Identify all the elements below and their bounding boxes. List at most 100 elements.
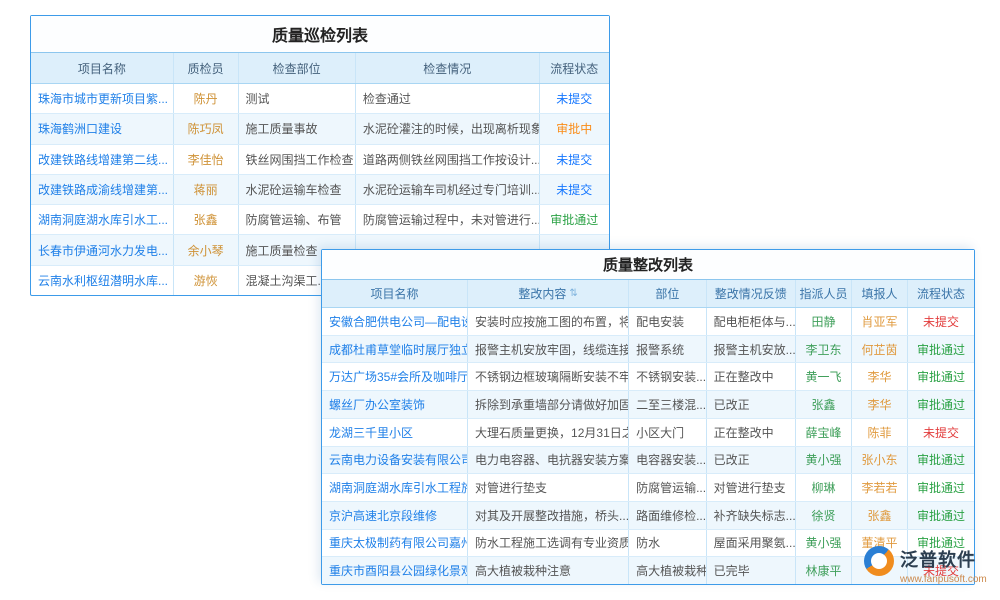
status-badge: 审批通过 [540, 205, 609, 234]
inspection-table-title: 质量巡检列表 [31, 16, 609, 53]
part: 二至三楼混... [629, 391, 707, 418]
project-link[interactable]: 湖南洞庭湖水库引水工程施工... [322, 474, 468, 501]
project-link[interactable]: 重庆市酉阳县公园绿化景观提... [322, 557, 468, 584]
check-situation: 道路两侧铁丝网围挡工作按设计... [356, 145, 540, 174]
project-link[interactable]: 螺丝厂办公室装饰 [322, 391, 468, 418]
inspector-name: 余小琴 [174, 235, 239, 264]
column-header-project: 项目名称 [322, 280, 468, 307]
part: 路面维修检... [629, 502, 707, 529]
reporter-name: 张小东 [852, 447, 908, 474]
status-badge: 审批通过 [908, 336, 974, 363]
status-badge: 审批中 [540, 114, 609, 143]
status-badge: 审批通过 [908, 502, 974, 529]
project-link[interactable]: 改建铁路成渝线增建第... [31, 175, 174, 204]
table-row: 螺丝厂办公室装饰 拆除到承重墙部分请做好加固... 二至三楼混... 已改正 张… [322, 391, 974, 419]
feedback: 屋面采用聚氨... [707, 530, 796, 557]
inspector-name: 陈丹 [174, 84, 239, 113]
assignee-name: 黄一飞 [796, 363, 852, 390]
inspector-name: 李佳怡 [174, 145, 239, 174]
rectification-table-header: 项目名称 整改内容 ⇅ 部位 整改情况反馈 指派人员 填报人 流程状态 [322, 280, 974, 308]
feedback: 配电柜柜体与... [707, 308, 796, 335]
check-part: 水泥砼运输车检查 [239, 175, 356, 204]
assignee-name: 黄小强 [796, 530, 852, 557]
assignee-name: 黄小强 [796, 447, 852, 474]
feedback: 已改正 [707, 447, 796, 474]
project-link[interactable]: 重庆太极制药有限公司嘉州中... [322, 530, 468, 557]
table-row: 龙湖三千里小区 大理石质量更换，12月31日之... 小区大门 正在整改中 薛宝… [322, 419, 974, 447]
table-row: 成都杜甫草堂临时展厅独立展... 报警主机安放牢固，线缆连接... 报警系统 报… [322, 336, 974, 364]
table-row: 改建铁路成渝线增建第... 蒋丽 水泥砼运输车检查 水泥砼运输车司机经过专门培训… [31, 175, 609, 205]
project-link[interactable]: 万达广场35#会所及咖啡厅空... [322, 363, 468, 390]
feedback: 已完毕 [707, 557, 796, 584]
feedback: 补齐缺失标志... [707, 502, 796, 529]
project-link[interactable]: 安徽合肥供电公司—配电设备... [322, 308, 468, 335]
table-row: 珠海鹤洲口建设 陈巧凤 施工质量事故 水泥砼灌注的时候，出现离析现象 审批中 [31, 114, 609, 144]
reporter-name: 李华 [852, 391, 908, 418]
project-link[interactable]: 云南水利枢纽潜明水库... [31, 266, 174, 295]
project-link[interactable]: 云南电力设备安装有限公司20... [322, 447, 468, 474]
status-badge: 审批通过 [908, 447, 974, 474]
rectify-content: 不锈钢边框玻璃隔断安装不牢... [468, 363, 629, 390]
rectify-content: 拆除到承重墙部分请做好加固... [468, 391, 629, 418]
column-header-check-part: 检查部位 [239, 53, 356, 83]
part: 高大植被栽种 [629, 557, 707, 584]
project-link[interactable]: 成都杜甫草堂临时展厅独立展... [322, 336, 468, 363]
status-badge: 审批通过 [908, 474, 974, 501]
check-part: 测试 [239, 84, 356, 113]
sort-icon[interactable]: ⇅ [569, 288, 577, 299]
inspector-name: 游恢 [174, 266, 239, 295]
status-badge: 未提交 [908, 308, 974, 335]
column-header-content-label: 整改内容 [518, 285, 566, 302]
part: 小区大门 [629, 419, 707, 446]
feedback: 已改正 [707, 391, 796, 418]
part: 电容器安装... [629, 447, 707, 474]
assignee-name: 薛宝峰 [796, 419, 852, 446]
check-part: 施工质量事故 [239, 114, 356, 143]
rectify-content: 大理石质量更换，12月31日之... [468, 419, 629, 446]
reporter-name: 李华 [852, 363, 908, 390]
fanpu-logo: 泛普软件 www.fanpusoft.com [864, 546, 987, 585]
status-badge: 审批通过 [908, 391, 974, 418]
table-row: 湖南洞庭湖水库引水工... 张鑫 防腐管运输、布管 防腐管运输过程中，未对管进行… [31, 205, 609, 235]
table-row: 改建铁路线增建第二线... 李佳怡 铁丝网围挡工作检查 道路两侧铁丝网围挡工作按… [31, 145, 609, 175]
column-header-part: 部位 [629, 280, 707, 307]
table-row: 云南电力设备安装有限公司20... 电力电容器、电抗器安装方案... 电容器安装… [322, 447, 974, 475]
inspector-name: 蒋丽 [174, 175, 239, 204]
fanpu-logo-icon [864, 546, 894, 576]
assignee-name: 徐贤 [796, 502, 852, 529]
project-link[interactable]: 湖南洞庭湖水库引水工... [31, 205, 174, 234]
table-row: 京沪高速北京段维修 对其及开展整改措施，桥头... 路面维修检... 补齐缺失标… [322, 502, 974, 530]
reporter-name: 张鑫 [852, 502, 908, 529]
column-header-inspector: 质检员 [174, 53, 239, 83]
table-row: 万达广场35#会所及咖啡厅空... 不锈钢边框玻璃隔断安装不牢... 不锈钢安装… [322, 363, 974, 391]
project-link[interactable]: 京沪高速北京段维修 [322, 502, 468, 529]
project-link[interactable]: 长春市伊通河水力发电... [31, 235, 174, 264]
assignee-name: 柳琳 [796, 474, 852, 501]
assignee-name: 李卫东 [796, 336, 852, 363]
project-link[interactable]: 珠海鹤洲口建设 [31, 114, 174, 143]
status-badge: 未提交 [908, 419, 974, 446]
rectification-table-title: 质量整改列表 [322, 250, 974, 280]
check-situation: 水泥砼灌注的时候，出现离析现象 [356, 114, 540, 143]
feedback: 正在整改中 [707, 419, 796, 446]
table-row: 湖南洞庭湖水库引水工程施工... 对管进行垫支 防腐管运输... 对管进行垫支 … [322, 474, 974, 502]
column-header-content[interactable]: 整改内容 ⇅ [468, 280, 629, 307]
rectification-table-body: 安徽合肥供电公司—配电设备... 安装时应按施工图的布置，将... 配电安装 配… [322, 308, 974, 584]
rectify-content: 报警主机安放牢固，线缆连接... [468, 336, 629, 363]
status-badge: 未提交 [540, 84, 609, 113]
project-link[interactable]: 改建铁路线增建第二线... [31, 145, 174, 174]
fanpu-brand-name: 泛普软件 [900, 546, 987, 572]
assignee-name: 张鑫 [796, 391, 852, 418]
project-link[interactable]: 龙湖三千里小区 [322, 419, 468, 446]
project-link[interactable]: 珠海市城市更新项目紫... [31, 84, 174, 113]
column-header-reporter: 填报人 [852, 280, 908, 307]
column-header-project: 项目名称 [31, 53, 174, 83]
rectify-content: 安装时应按施工图的布置，将... [468, 308, 629, 335]
check-part: 铁丝网围挡工作检查 [239, 145, 356, 174]
check-situation: 水泥砼运输车司机经过专门培训... [356, 175, 540, 204]
inspector-name: 陈巧凤 [174, 114, 239, 143]
part: 配电安装 [629, 308, 707, 335]
status-badge: 审批通过 [908, 363, 974, 390]
table-row: 安徽合肥供电公司—配电设备... 安装时应按施工图的布置，将... 配电安装 配… [322, 308, 974, 336]
table-row: 珠海市城市更新项目紫... 陈丹 测试 检查通过 未提交 [31, 84, 609, 114]
